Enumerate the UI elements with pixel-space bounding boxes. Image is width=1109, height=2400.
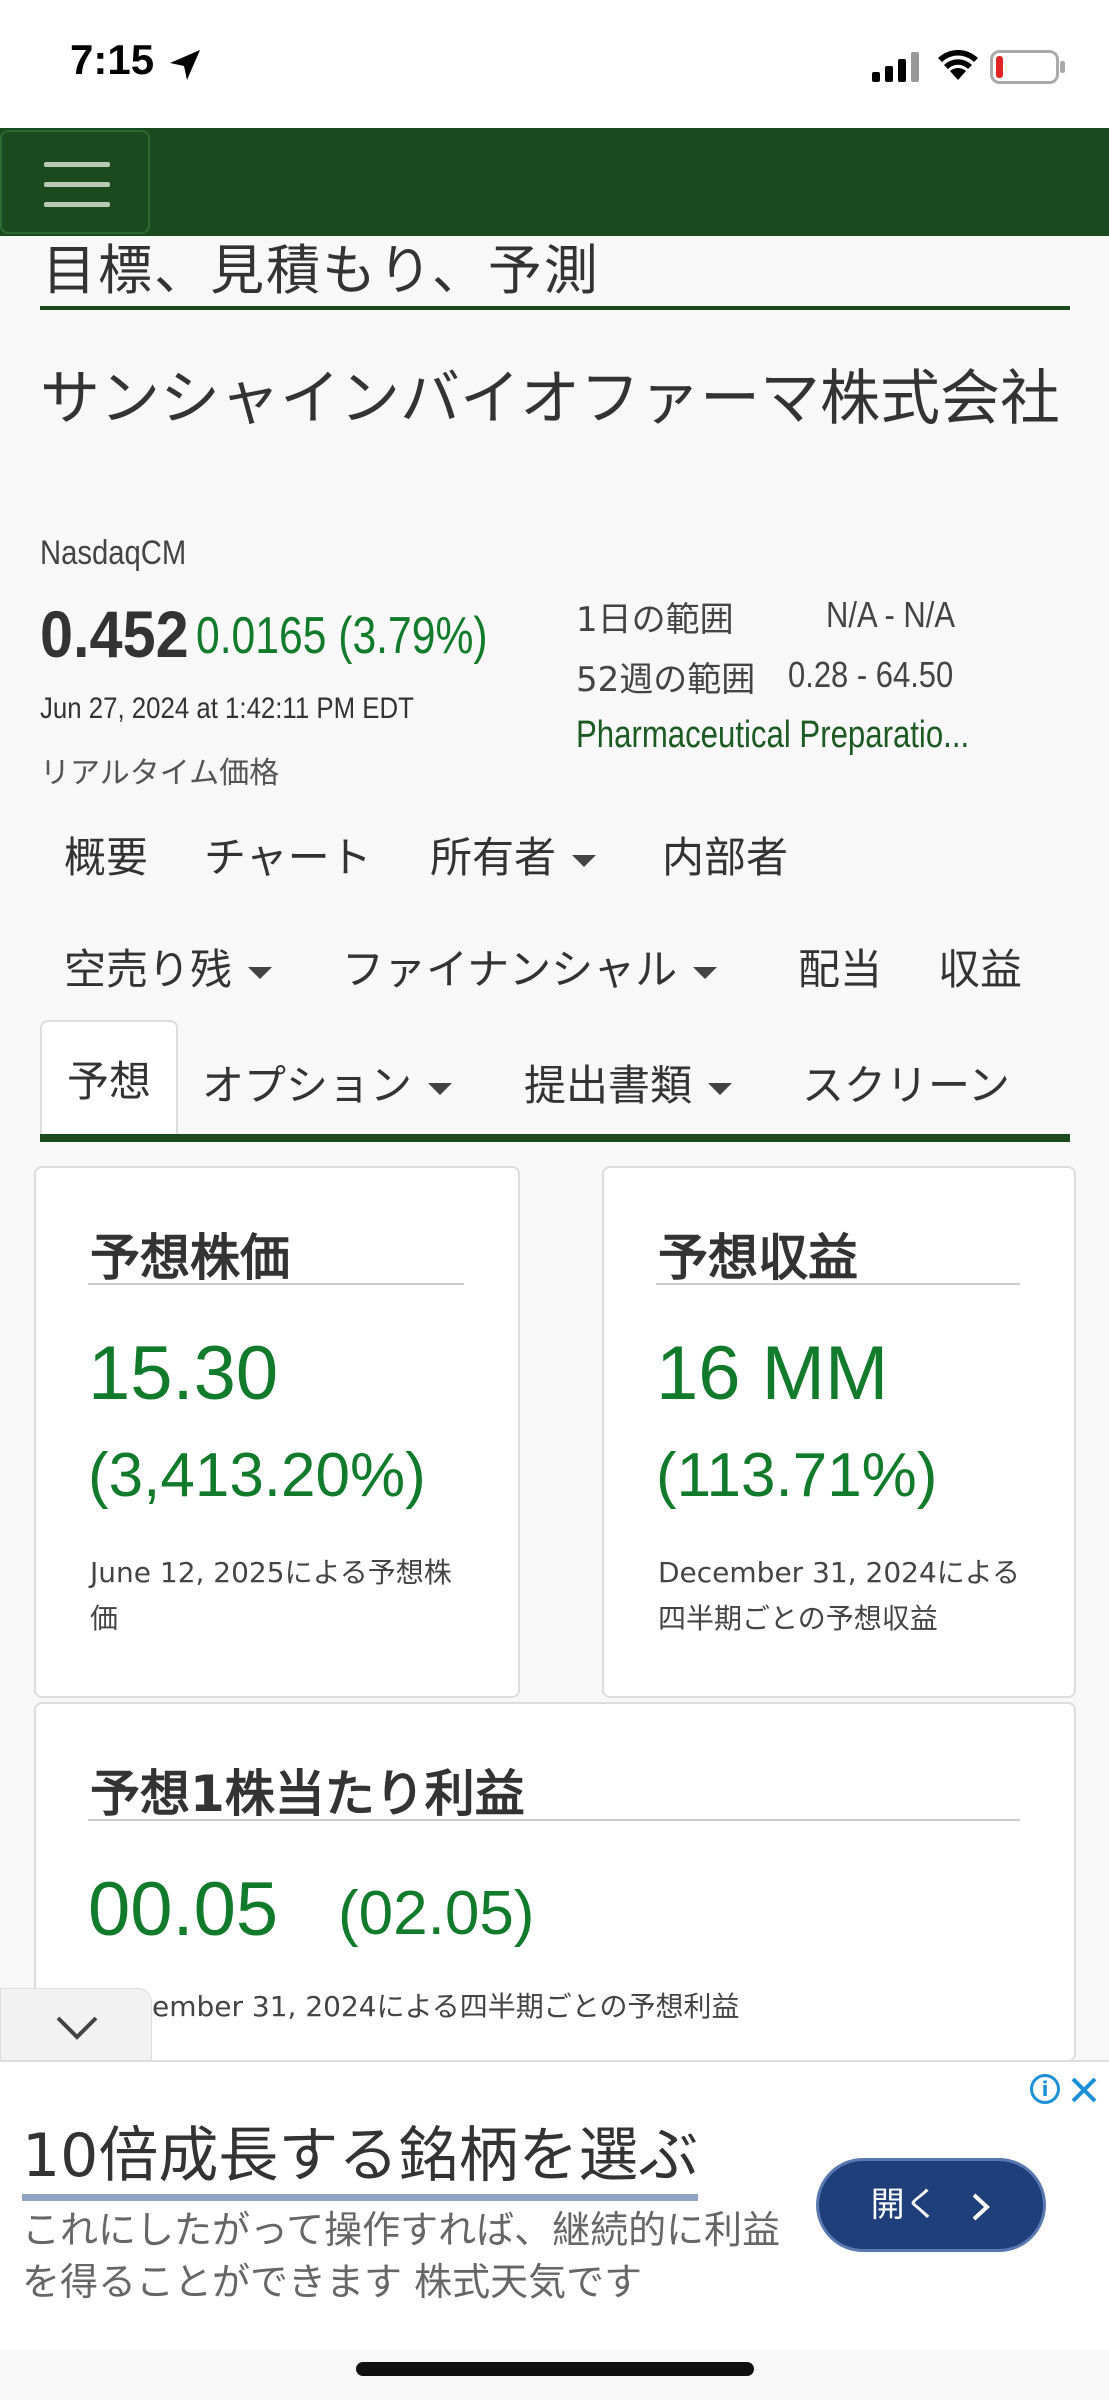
cellular-signal-icon [872,52,919,82]
tab-label: チャート [204,833,372,882]
eps-forecast-title: 予想1株当たり利益 [90,1765,525,1823]
tab-chart[interactable]: チャート [204,824,372,885]
tab-short-interest[interactable]: 空売り残 [64,936,273,997]
tab-label: スクリーン [802,1061,1010,1110]
caret-down-icon [572,854,597,867]
tab-label: 空売り残 [64,945,233,994]
eps-forecast-value: 00.05 [88,1867,279,1952]
ad-open-button[interactable]: 開く [816,2158,1046,2252]
caret-down-icon [708,1082,733,1095]
eps-forecast-pct: (02.05) [338,1879,535,1948]
tab-label: オプション [202,1061,413,1110]
tab-label: 概要 [64,833,149,882]
home-indicator[interactable] [356,2362,754,2376]
chevron-down-icon [56,2016,98,2040]
collapse-ad-button[interactable] [0,1988,152,2068]
section-heading: 目標、見積もり、予測 [42,239,600,302]
stock-price: 0.452 [40,597,189,671]
card-divider [88,1283,464,1285]
caret-down-icon [248,966,273,979]
hamburger-icon-line [44,182,110,187]
tab-overview[interactable]: 概要 [64,824,148,885]
price-target-pct: (3,413.20%) [88,1441,426,1510]
price-target-title: 予想株価 [90,1229,290,1287]
heading-divider [40,306,1070,310]
tab-earnings[interactable]: 収益 [938,936,1022,997]
hamburger-icon [44,162,110,167]
industry-link[interactable]: Pharmaceutical Preparatio... [576,714,969,757]
tab-label: 内部者 [662,833,789,882]
location-arrow-icon [170,50,200,80]
battery-low-icon [990,50,1065,84]
card-divider [656,1283,1020,1285]
tab-options[interactable]: オプション [202,1052,453,1113]
hamburger-icon-line [44,202,110,207]
tab-label: ファイナンシャル [342,945,678,994]
revenue-forecast-pct: (113.71%) [656,1441,938,1510]
ad-open-label: 開く [870,2185,939,2225]
caret-down-icon [693,966,718,979]
revenue-forecast-value: 16 MM [656,1331,889,1416]
tab-forecast[interactable]: 予想 [40,1020,178,1138]
day-range-value: N/A - N/A [826,594,956,635]
tab-dividends[interactable]: 配当 [798,936,882,997]
tab-filings[interactable]: 提出書類 [524,1052,733,1113]
chevron-right-icon [973,2193,991,2220]
tab-insiders[interactable]: 内部者 [662,824,788,885]
revenue-forecast-note: December 31, 2024による四半期ごとの予想収益 [658,1556,1020,1635]
tab-owners[interactable]: 所有者 [430,824,597,885]
ad-description: これにしたがって操作すれば、継続的に利益を得ることができます 株式天気です [22,2208,781,2304]
price-target-note: June 12, 2025による予想株価 [90,1556,452,1635]
close-icon[interactable] [1070,2076,1098,2104]
tab-label: 所有者 [430,833,557,882]
top-navbar [0,128,1109,236]
price-change: 0.0165 (3.79%) [196,607,488,665]
ad-title[interactable]: 10倍成長する銘柄を選ぶ [22,2118,699,2201]
ad-info-icon[interactable]: i [1030,2074,1060,2104]
tab-label: 予想 [66,1057,151,1106]
exchange-label: NasdaqCM [40,534,187,572]
status-time: 7:15 [70,36,155,83]
revenue-forecast-title: 予想収益 [658,1229,858,1287]
eps-forecast-note: ember 31, 2024による四半期ごとの予想利益 [152,1990,740,2023]
company-name: サンシャインバイオファーマ株式会社 [40,364,1060,434]
card-divider [88,1819,1020,1821]
week52-range-label: 52週の範囲 [576,660,756,700]
wifi-icon [938,50,978,80]
price-target-value: 15.30 [88,1331,279,1416]
realtime-label: リアルタイム価格 [40,756,280,791]
day-range-label: 1日の範囲 [576,600,734,640]
tab-screener[interactable]: スクリーン [802,1052,1010,1113]
menu-toggle-button[interactable] [0,130,150,234]
tab-label: 配当 [798,945,883,994]
status-bar: 7:15 [0,0,1109,128]
tab-label: 収益 [938,945,1023,994]
price-timestamp: Jun 27, 2024 at 1:42:11 PM EDT [40,692,414,725]
tab-label: 提出書類 [524,1061,693,1110]
tabs-divider [40,1134,1070,1142]
caret-down-icon [428,1082,453,1095]
week52-range-value: 0.28 - 64.50 [788,654,954,695]
tab-financials[interactable]: ファイナンシャル [342,936,718,997]
